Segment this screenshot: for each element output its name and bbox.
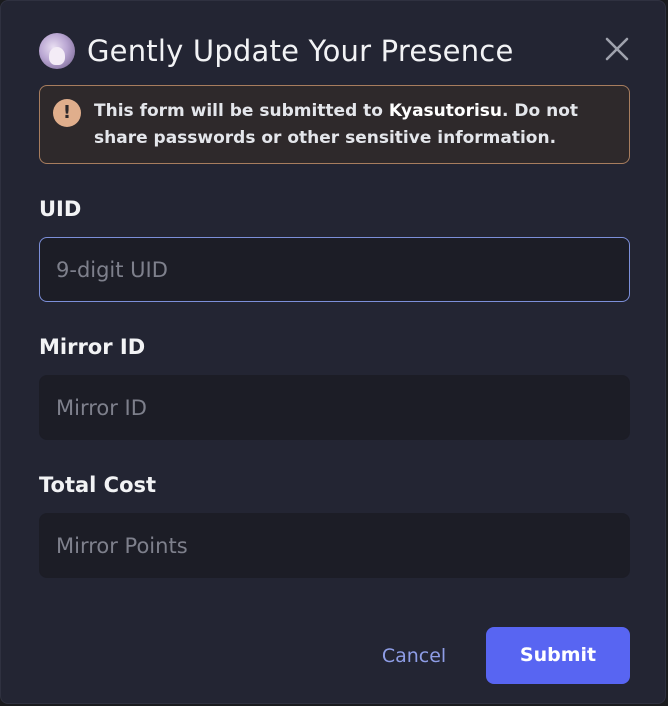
- uid-label: UID: [39, 197, 82, 221]
- cancel-button[interactable]: Cancel: [373, 629, 455, 684]
- app-avatar: [39, 33, 75, 69]
- total-cost-input[interactable]: [39, 513, 630, 578]
- dialog-header: Gently Update Your Presence: [39, 31, 514, 71]
- exclamation-icon: !: [53, 99, 81, 127]
- warning-text: This form will be submitted to Kyasutori…: [94, 98, 619, 152]
- warning-app-name: Kyasutorisu: [388, 101, 503, 121]
- warning-notice: ! This form will be submitted to Kyasuto…: [39, 85, 630, 164]
- mirror-id-label: Mirror ID: [39, 335, 146, 359]
- modal-dialog: Gently Update Your Presence ! This form …: [0, 0, 666, 704]
- mirror-id-input[interactable]: [39, 375, 630, 440]
- close-icon[interactable]: [604, 36, 630, 62]
- submit-button[interactable]: Submit: [486, 627, 630, 684]
- uid-input[interactable]: [39, 237, 630, 302]
- total-cost-label: Total Cost: [39, 473, 157, 497]
- warning-prefix: This form will be submitted to: [94, 101, 389, 121]
- dialog-title: Gently Update Your Presence: [87, 34, 514, 68]
